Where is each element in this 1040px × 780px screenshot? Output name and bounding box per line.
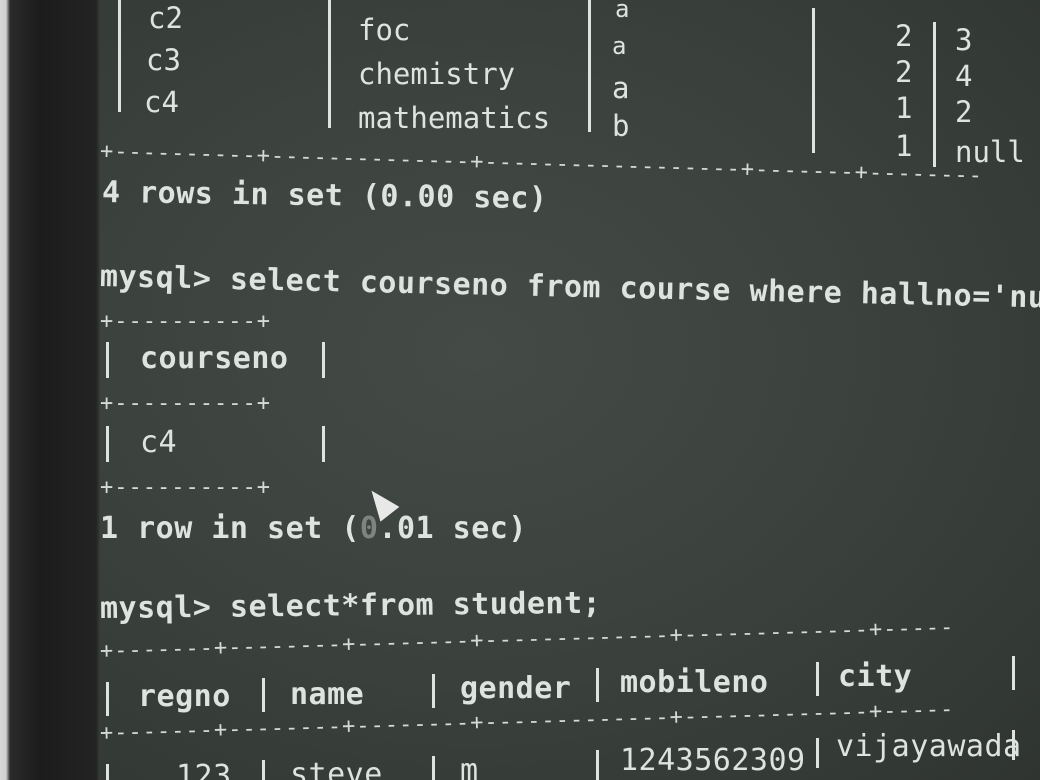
table-cell: vijayawada: [836, 729, 1022, 764]
table-cell: c4: [140, 425, 178, 460]
col-divider: [106, 682, 109, 716]
table-border: +----------+: [100, 391, 271, 416]
col-divider: [118, 0, 121, 112]
col-divider: [812, 8, 815, 153]
table-cell: chemistry: [358, 57, 516, 91]
table-cell: 2: [895, 19, 913, 53]
table-cell: 1: [895, 129, 913, 163]
col-divider: [322, 426, 325, 462]
col-divider: [933, 22, 936, 167]
prompt: mysql>: [100, 589, 212, 626]
col-divider: [322, 342, 325, 378]
table-cell: c3: [146, 43, 181, 77]
top-grade-partial: a: [615, 0, 630, 23]
column-header: gender: [460, 671, 572, 706]
table-cell: 2: [955, 95, 973, 129]
col-divider: [596, 750, 599, 780]
col-divider: [106, 342, 109, 378]
table-cell: b: [612, 109, 630, 143]
terminal-window[interactable]: a c2 c3 c4 foc chemistry mathematics a a…: [100, 0, 1040, 780]
col-divider: [262, 678, 265, 712]
table-cell: foc: [358, 13, 411, 47]
col-divider: [106, 426, 109, 462]
col-divider: [588, 0, 591, 132]
table-cell: c2: [148, 1, 183, 35]
table-cell: 3: [955, 23, 973, 57]
table-cell: c4: [144, 85, 179, 119]
sql-command: select courseno from course where hallno…: [229, 261, 1040, 317]
table-border: +----------+: [100, 309, 271, 334]
column-header: name: [290, 677, 365, 712]
command-line: mysql> select*from student;: [100, 585, 602, 626]
table-cell: 123: [176, 759, 232, 780]
table-border: +----------+: [100, 475, 271, 500]
table-cell: m: [460, 753, 479, 780]
table-cell: a: [612, 71, 630, 105]
column-header: city: [838, 659, 913, 694]
col-divider: [328, 0, 331, 128]
table-cell: 1: [895, 91, 913, 125]
col-divider: [432, 674, 435, 708]
column-header: courseno: [140, 341, 289, 376]
result-footer: 1 row in set (0.01 sec): [100, 511, 527, 546]
table-cell: mathematics: [358, 101, 551, 135]
result-footer: 4 rows in set (0.00 sec): [101, 175, 548, 217]
col-divider: [432, 756, 435, 780]
prompt: mysql>: [100, 259, 212, 297]
table-cell: a: [612, 32, 627, 60]
col-divider: [1012, 730, 1015, 760]
col-divider: [106, 764, 109, 780]
table-cell: 2: [895, 55, 913, 89]
col-divider: [596, 668, 599, 702]
col-divider: [1012, 656, 1015, 690]
table-cell: 4: [955, 59, 973, 93]
table-cell: 1243562309: [620, 743, 806, 778]
col-divider: [816, 662, 819, 696]
col-divider: [816, 738, 819, 768]
monitor-bezel: [0, 0, 100, 780]
sql-command: select*from student;: [229, 585, 602, 625]
table-cell: steve: [290, 757, 383, 780]
col-divider: [262, 760, 265, 780]
column-header: regno: [138, 679, 231, 714]
column-header: mobileno: [620, 665, 769, 700]
